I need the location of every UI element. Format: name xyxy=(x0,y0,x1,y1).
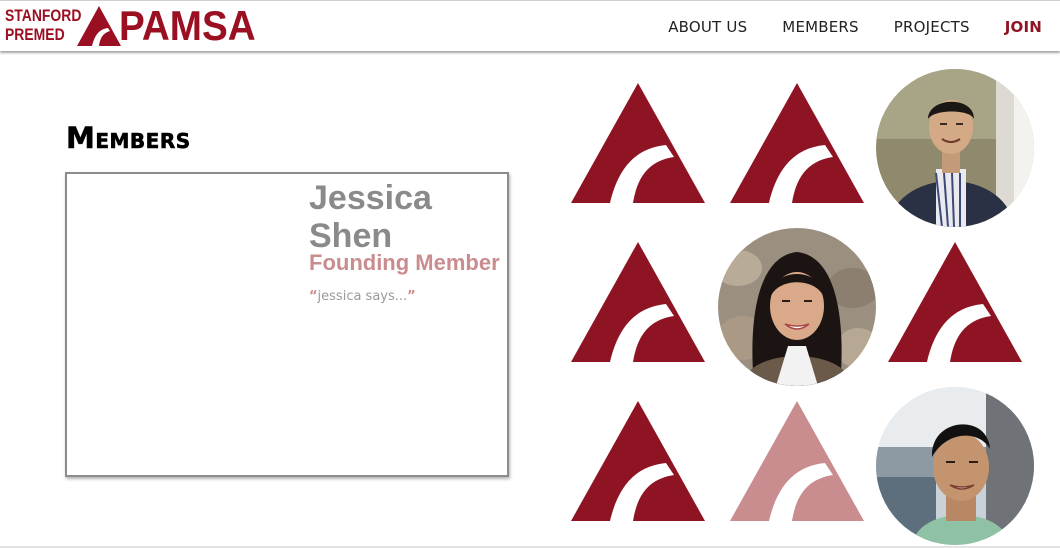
logo-triangle-icon xyxy=(77,6,121,51)
nav-join[interactable]: JOIN xyxy=(1005,18,1042,36)
brand-line-2: PREMED xyxy=(5,25,65,44)
member-role: Founding Member xyxy=(309,250,500,275)
triangle-logo-icon xyxy=(730,83,864,203)
member-portrait-image xyxy=(718,228,876,386)
member-portrait-image xyxy=(876,69,1034,227)
member-photo-1[interactable] xyxy=(876,69,1034,227)
triangle-logo-icon xyxy=(571,83,705,203)
member-name: Jessica Shen xyxy=(309,179,432,255)
member-tile-5[interactable] xyxy=(559,387,717,545)
triangle-logo-icon xyxy=(888,242,1022,362)
member-profile-card: Jessica Shen Founding Member “jessica sa… xyxy=(65,172,509,477)
page-title: Members xyxy=(66,121,191,156)
triangle-logo-icon xyxy=(730,401,864,521)
nav-members[interactable]: MEMBERS xyxy=(782,18,858,36)
nav-projects[interactable]: PROJECTS xyxy=(894,18,970,36)
top-navbar: STANFORD PREMED PAMSA ABOUT US MEMBERS P… xyxy=(0,0,1060,51)
member-photo-2[interactable] xyxy=(876,387,1034,545)
jessica-shen-photo[interactable] xyxy=(718,228,876,386)
nav-about-us[interactable]: ABOUT US xyxy=(668,18,747,36)
member-quote: “jessica says...” xyxy=(309,289,416,304)
quote-open-mark: “ xyxy=(309,289,318,304)
member-tile-selected[interactable] xyxy=(718,387,876,545)
member-tile-3[interactable] xyxy=(559,228,717,386)
triangle-logo-icon xyxy=(571,401,705,521)
main-nav: ABOUT US MEMBERS PROJECTS JOIN xyxy=(668,18,1042,36)
brand-line-1: STANFORD xyxy=(5,6,82,25)
quote-close-mark: ” xyxy=(407,289,416,304)
member-tile-2[interactable] xyxy=(718,69,876,227)
member-quote-text: jessica says... xyxy=(317,289,408,304)
member-tile-4[interactable] xyxy=(876,228,1034,386)
triangle-logo-icon xyxy=(571,242,705,362)
brand-name: PAMSA xyxy=(119,2,256,49)
member-portrait-image xyxy=(876,387,1034,545)
member-tile-1[interactable] xyxy=(559,69,717,227)
